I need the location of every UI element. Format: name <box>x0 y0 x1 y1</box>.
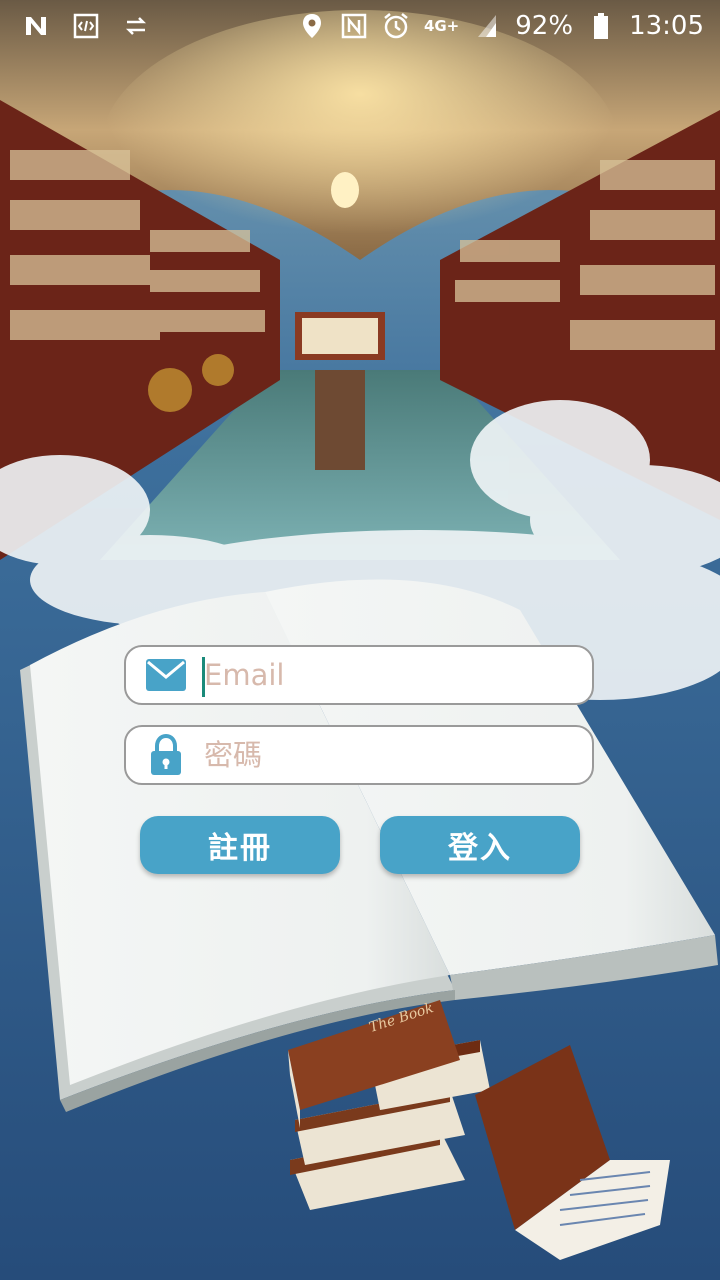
library-background <box>0 0 720 1280</box>
status-bar: 4G+ 92% 13:05 <box>0 0 720 52</box>
code-icon <box>72 12 100 40</box>
signal-icon <box>473 12 501 40</box>
location-icon <box>298 12 326 40</box>
password-input[interactable] <box>202 737 566 773</box>
email-field[interactable] <box>124 645 594 705</box>
login-button[interactable]: 登入 <box>380 816 580 874</box>
lock-icon <box>144 733 188 777</box>
nfc-icon <box>340 12 368 40</box>
battery-icon <box>587 12 615 40</box>
register-button[interactable]: 註冊 <box>140 816 340 874</box>
network-type: 4G+ <box>423 17 460 35</box>
sync-icon <box>122 12 150 40</box>
alarm-icon <box>382 12 410 40</box>
battery-percent: 92% <box>515 11 574 41</box>
password-field[interactable] <box>124 725 594 785</box>
text-cursor <box>202 657 205 697</box>
n-icon <box>22 12 50 40</box>
clock: 13:05 <box>629 11 704 41</box>
mail-icon <box>144 653 188 697</box>
email-input[interactable] <box>202 657 566 693</box>
